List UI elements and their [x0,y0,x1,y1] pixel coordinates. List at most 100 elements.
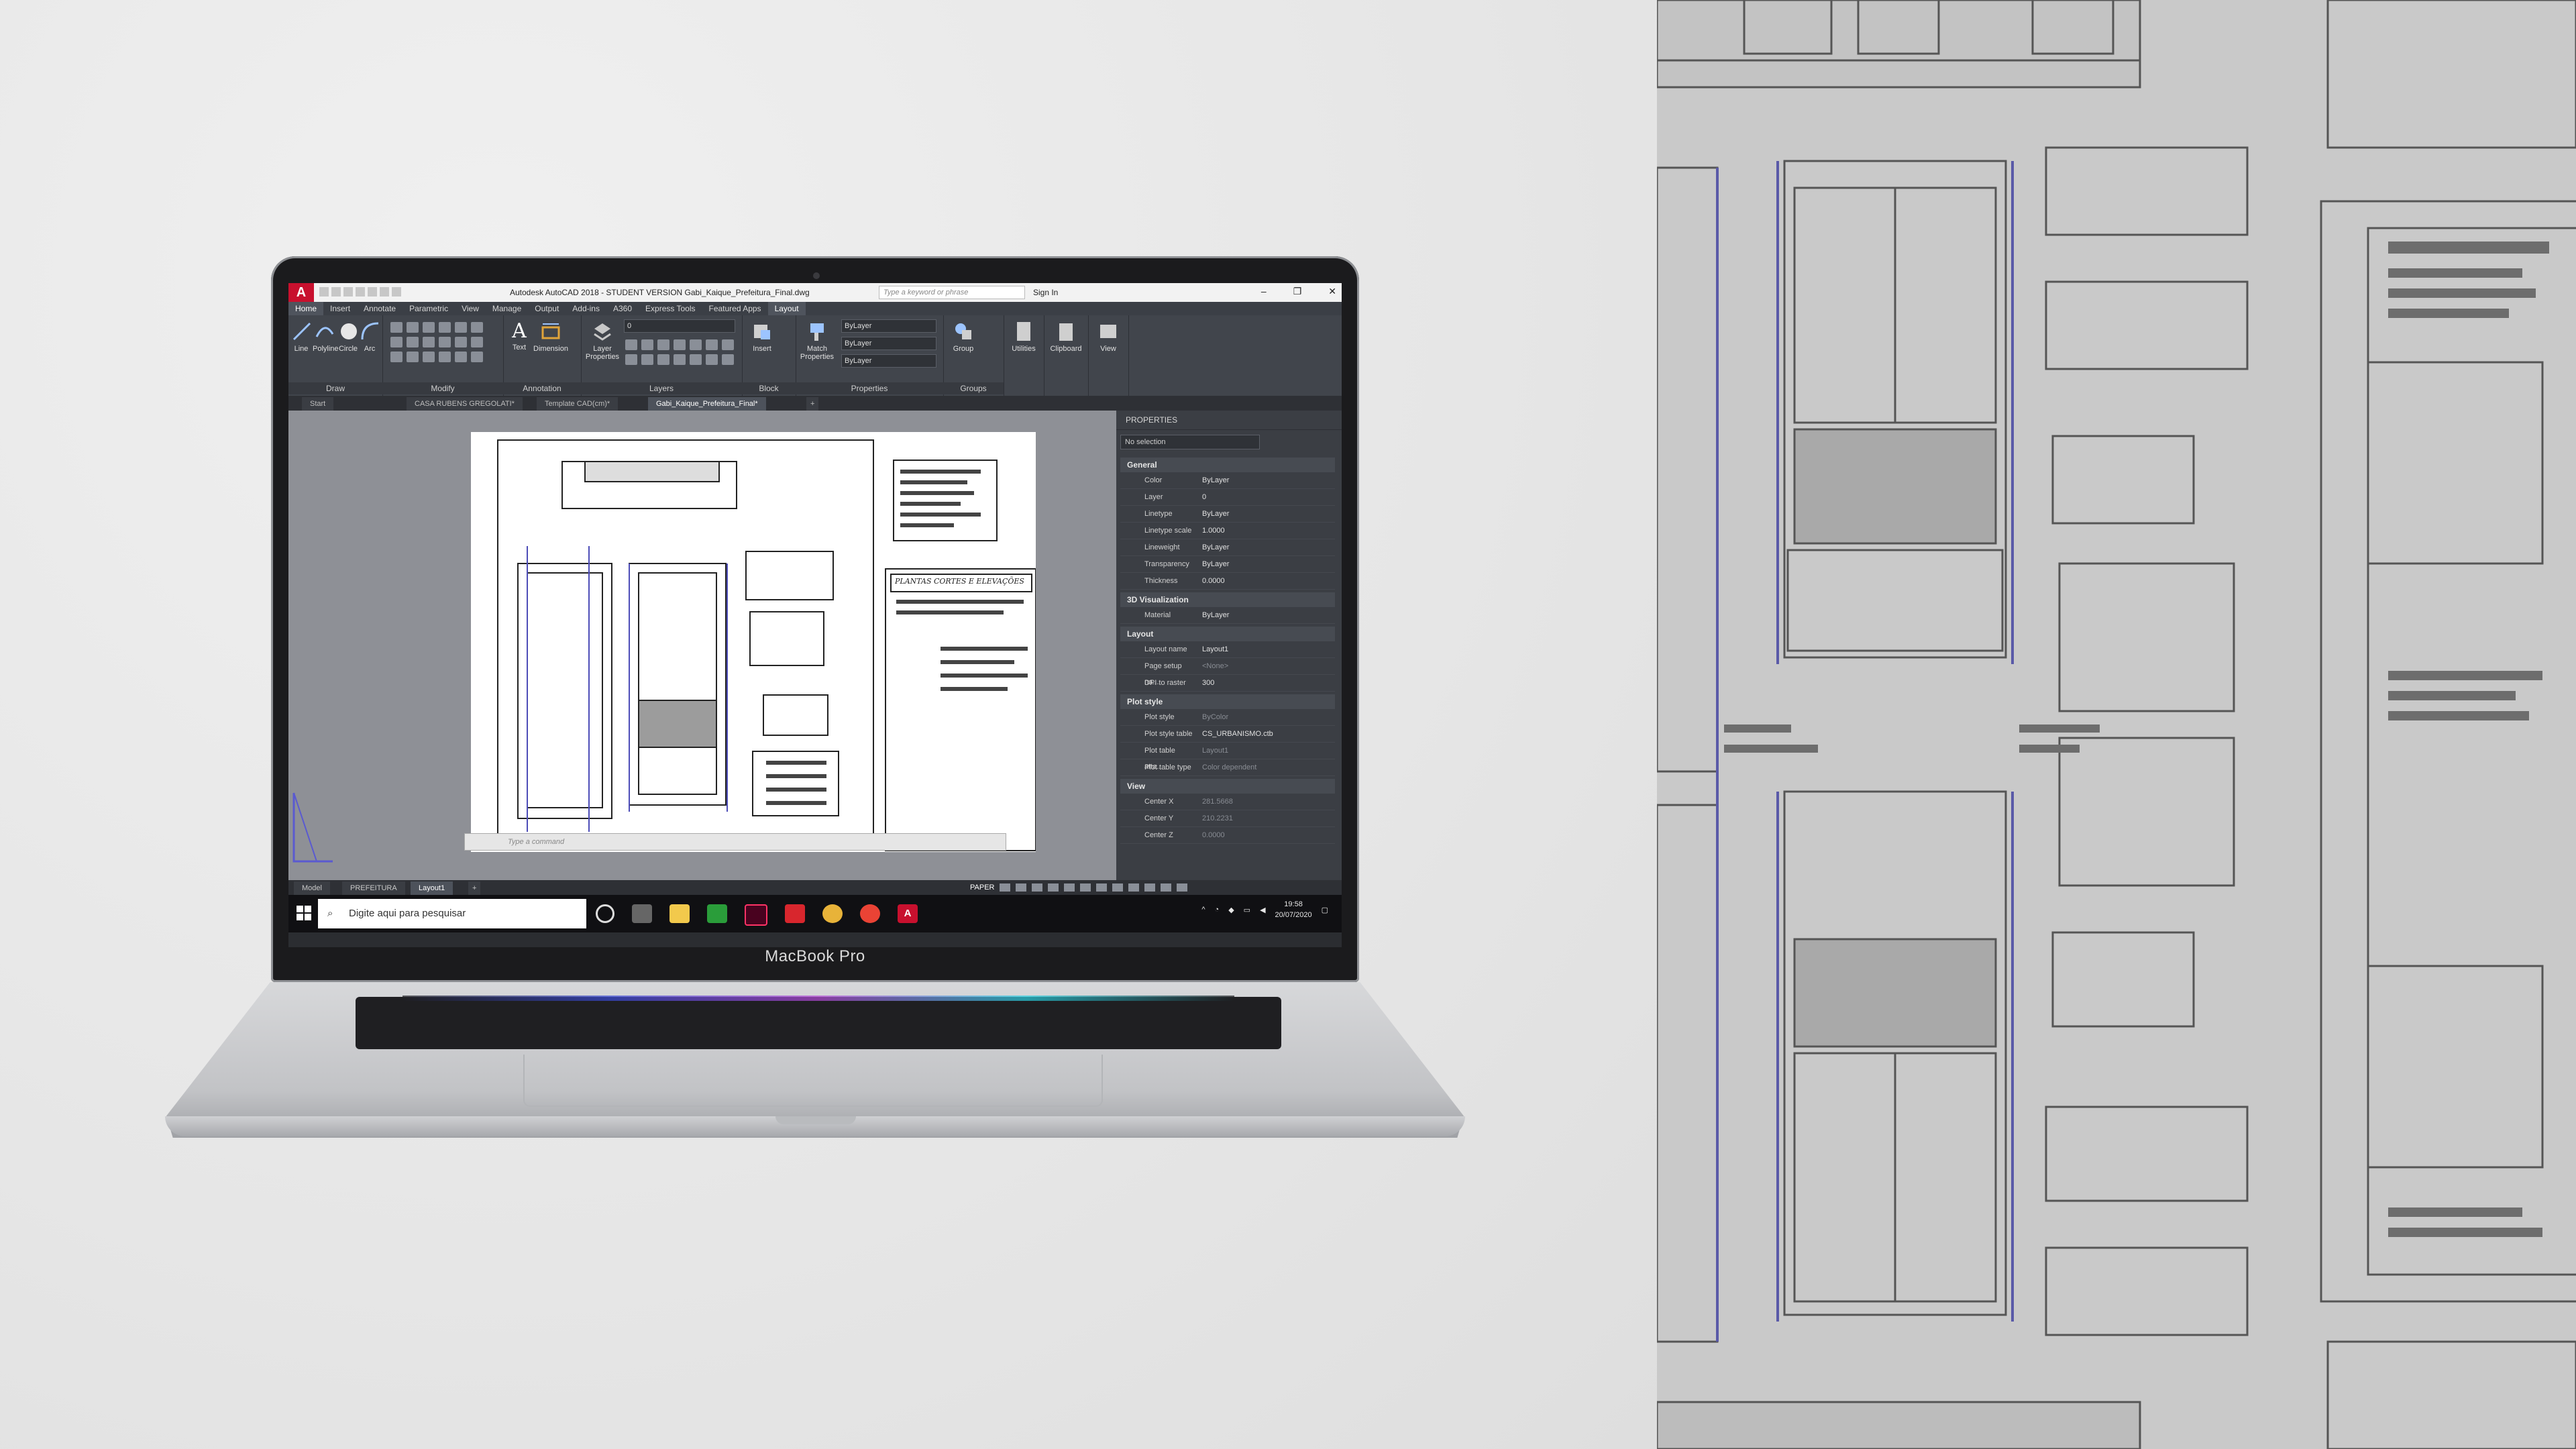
align-icon[interactable] [455,352,467,362]
volume-icon[interactable]: ◀ [1260,906,1265,914]
file-explorer-icon[interactable] [669,904,690,923]
close-icon[interactable]: ✕ [1328,286,1336,297]
workspace-icon[interactable] [1112,883,1124,892]
layer-tool-11-icon[interactable] [674,354,686,365]
new-icon[interactable] [319,287,329,297]
layer-tool-12-icon[interactable] [690,354,702,365]
selection-dropdown[interactable]: No selection [1120,435,1260,449]
section-plot-style[interactable]: Plot style [1120,694,1335,709]
dimension-button[interactable]: Dimension [533,321,569,353]
otrack-icon[interactable] [1064,883,1075,892]
layer-tool-7-icon[interactable] [722,339,734,350]
polyline-button[interactable]: Polyline [313,321,339,353]
layer-tool-3-icon[interactable] [657,339,669,350]
color-dropdown[interactable]: ByLayer [841,319,936,333]
layout-tab-layout1[interactable]: Layout1 [411,881,453,895]
circle-button[interactable]: Circle [338,321,358,353]
view-button[interactable]: View [1092,321,1124,353]
isolate-icon[interactable] [1128,883,1140,892]
layer-tool-5-icon[interactable] [690,339,702,350]
prop-row[interactable]: Plot table type Color dependent [1120,759,1335,776]
indesign-icon[interactable] [745,904,767,926]
arc-button[interactable]: Arc [360,321,380,353]
open-icon[interactable] [331,287,341,297]
linetype-dropdown[interactable]: ByLayer [841,354,936,368]
rotate-icon[interactable] [407,322,419,333]
tab-insert[interactable]: Insert [323,302,357,315]
section-general[interactable]: General [1120,458,1335,472]
tab-add-ins[interactable]: Add-ins [566,302,606,315]
doc-tab-start[interactable]: Start [302,397,334,411]
prop-row[interactable]: Plot table atta... Layout1 [1120,743,1335,771]
layer-tool-14-icon[interactable] [722,354,734,365]
layer-tool-10-icon[interactable] [657,354,669,365]
cortana-icon[interactable] [596,904,614,923]
osnap-icon[interactable] [1048,883,1059,892]
ortho-icon[interactable] [1016,883,1027,892]
match-properties-button[interactable]: Match Properties [798,321,836,361]
battery-icon[interactable]: ▭ [1244,906,1250,914]
doc-tab-gabi-kaique[interactable]: Gabi_Kaique_Prefeitura_Final* [648,397,766,411]
chamfer-icon[interactable] [390,352,402,362]
search-input[interactable]: Type a keyword or phrase [879,286,1025,299]
coreldraw-icon[interactable] [707,904,727,923]
mirror-icon[interactable] [471,322,483,333]
join-icon[interactable] [423,352,435,362]
array-icon[interactable] [455,337,467,347]
prop-row[interactable]: Linetype ByLayer [1120,506,1335,523]
prop-row[interactable]: Center X 281.5668 [1120,794,1335,810]
maximize-icon[interactable]: ❐ [1293,286,1302,297]
copy-icon[interactable] [455,322,467,333]
fillet-icon[interactable] [390,337,402,347]
save-icon[interactable] [343,287,353,297]
group-button[interactable]: Group [950,321,977,353]
layer-tool-9-icon[interactable] [641,354,653,365]
tab-layout[interactable]: Layout [767,302,806,315]
save-as-icon[interactable] [356,287,365,297]
layer-tool-8-icon[interactable] [625,354,637,365]
offset-icon[interactable] [471,337,483,347]
clean-screen-icon[interactable] [1161,883,1172,892]
tray-chevron-icon[interactable]: ^ [1201,906,1205,914]
edit-icon[interactable] [471,352,483,362]
tab-annotate[interactable]: Annotate [357,302,402,315]
prop-row[interactable]: Linetype scale 1.0000 [1120,523,1335,539]
autodesk-app-icon[interactable] [785,904,805,923]
section-3d-visualization[interactable]: 3D Visualization [1120,592,1335,607]
tab-view[interactable]: View [455,302,486,315]
layout-tab-model[interactable]: Model [294,881,330,895]
clipboard-button[interactable]: Clipboard [1048,321,1084,353]
prop-row[interactable]: Transparency ByLayer [1120,556,1335,573]
network-icon[interactable]: ◔ [1215,906,1220,914]
tab-home[interactable]: Home [288,302,324,315]
section-layout[interactable]: Layout [1120,627,1335,641]
sign-in-button[interactable]: Sign In [1033,288,1058,297]
block-panel-label[interactable]: Block [742,382,796,394]
task-view-icon[interactable] [632,904,652,923]
insert-button[interactable]: Insert [749,321,775,353]
layer-tool-1-icon[interactable] [625,339,637,350]
prop-row[interactable]: Center Z 0.0000 [1120,827,1335,844]
polar-icon[interactable] [1032,883,1043,892]
customize-icon[interactable] [1177,883,1188,892]
doc-tab-template[interactable]: Template CAD(cm)* [537,397,619,411]
scale-icon[interactable] [439,337,451,347]
chrome-profile-icon[interactable] [860,904,880,923]
layer-tool-4-icon[interactable] [674,339,686,350]
modify-panel-label[interactable]: Modify [382,382,503,394]
drawing-canvas[interactable]: PLANTAS CORTES E ELEVAÇÕES Type a comman… [288,411,1116,880]
prop-row[interactable]: Thickness 0.0000 [1120,573,1335,590]
taskbar-search-input[interactable]: ⌕ Digite aqui para pesquisar [318,899,586,928]
prop-row[interactable]: Center Y 210.2231 [1120,810,1335,827]
lengthen-icon[interactable] [439,352,451,362]
layer-tool-13-icon[interactable] [706,354,718,365]
autocad-taskbar-icon[interactable]: A [898,904,918,923]
plot-icon[interactable] [368,287,377,297]
doc-tab-casa-rubens[interactable]: CASA RUBENS GREGOLATI* [407,397,523,411]
prop-row[interactable]: Lineweight ByLayer [1120,539,1335,556]
prop-row[interactable]: Color ByLayer [1120,472,1335,489]
add-layout-button[interactable]: + [468,881,481,895]
layer-tool-2-icon[interactable] [641,339,653,350]
lineweight-icon[interactable] [1080,883,1091,892]
break-icon[interactable] [407,352,419,362]
